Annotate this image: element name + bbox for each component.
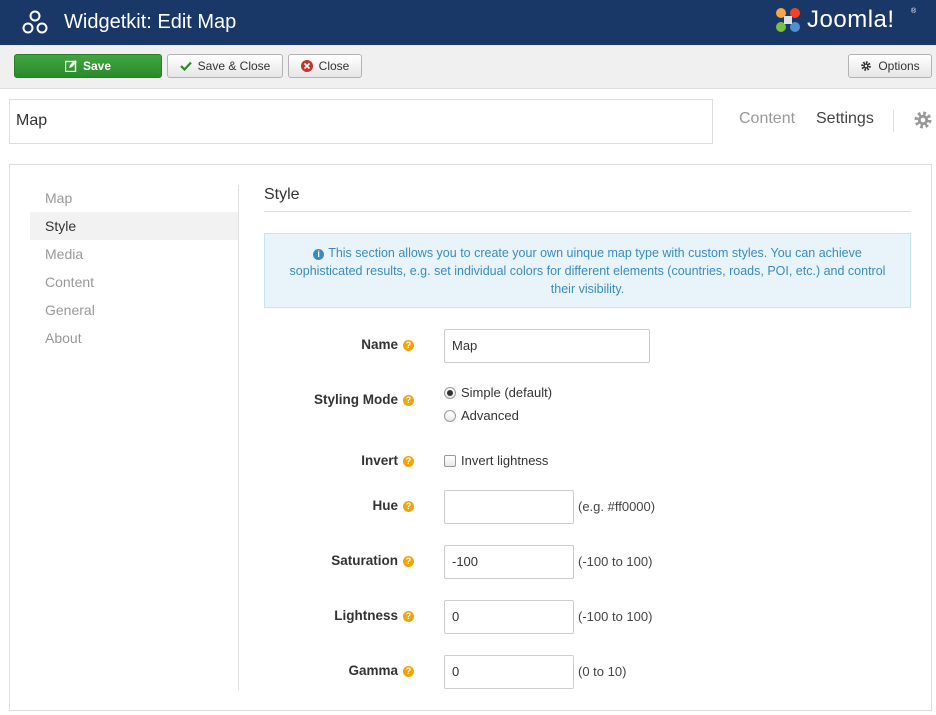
settings-gear-icon[interactable] [913, 110, 933, 130]
help-icon[interactable]: ? [403, 501, 414, 512]
save-button[interactable]: Save [14, 54, 162, 78]
title-input[interactable]: Map [9, 99, 713, 144]
styling-mode-label-text: Styling Mode [314, 392, 398, 407]
styling-mode-simple-label[interactable]: Simple (default) [461, 385, 552, 400]
joomla-logo-text: Joomla! [807, 6, 895, 33]
logo-registered-mark: ® [911, 8, 917, 15]
info-icon: i [313, 249, 325, 260]
widgetkit-icon [22, 10, 48, 34]
styling-mode-simple-radio[interactable] [444, 387, 456, 399]
sidebar-item-media[interactable]: Media [30, 240, 238, 268]
sidebar-item-map[interactable]: Map [30, 184, 238, 212]
info-text: This section allows you to create your o… [289, 246, 886, 296]
tab-divider [893, 110, 894, 132]
help-icon[interactable]: ? [403, 611, 414, 622]
gamma-label: Gamma? [264, 663, 414, 678]
hue-input[interactable] [444, 490, 574, 524]
help-icon[interactable]: ? [403, 666, 414, 677]
toolbar: Save Save & Close Close Options [0, 45, 936, 89]
lightness-hint: (-100 to 100) [578, 609, 653, 624]
sidebar-item-general[interactable]: General [30, 296, 238, 324]
sidebar-divider [238, 185, 239, 690]
tab-content[interactable]: Content [739, 110, 795, 128]
app-header: Widgetkit: Edit Map Joomla! ® [0, 0, 936, 45]
edit-icon [64, 60, 77, 72]
lightness-input[interactable]: 0 [444, 600, 574, 634]
section-divider [264, 211, 911, 212]
invert-label-text: Invert [361, 453, 398, 468]
gamma-label-text: Gamma [348, 663, 398, 678]
close-button-label: Close [318, 59, 350, 73]
saturation-label-text: Saturation [331, 553, 398, 568]
name-input[interactable]: Map [444, 329, 650, 363]
hue-label: Hue? [264, 498, 414, 513]
invert-lightness-checkbox[interactable] [444, 455, 456, 467]
hue-hint: (e.g. #ff0000) [578, 499, 656, 514]
sidebar-item-about[interactable]: About [30, 324, 238, 352]
info-alert: i This section allows you to create your … [264, 233, 911, 308]
help-icon[interactable]: ? [403, 395, 414, 406]
section-title: Style [264, 186, 300, 203]
joomla-logo[interactable]: Joomla! ® [772, 3, 922, 37]
save-button-label: Save [82, 59, 112, 73]
save-close-button[interactable]: Save & Close [167, 54, 283, 78]
gear-icon [861, 61, 872, 71]
help-icon[interactable]: ? [403, 340, 414, 351]
styling-mode-label: Styling Mode? [264, 392, 414, 407]
styling-mode-advanced-radio[interactable] [444, 410, 456, 422]
close-circle-icon [300, 60, 313, 72]
joomla-logo-icon [776, 8, 800, 32]
hue-label-text: Hue [372, 498, 398, 513]
close-button[interactable]: Close [288, 54, 362, 78]
saturation-hint: (-100 to 100) [578, 554, 653, 569]
options-button-label: Options [878, 59, 920, 73]
invert-label: Invert? [264, 453, 414, 468]
gamma-hint: (0 to 10) [578, 664, 627, 679]
help-icon[interactable]: ? [403, 556, 414, 567]
sidebar-item-style[interactable]: Style [30, 212, 238, 240]
name-label: Name? [264, 337, 414, 352]
title-input-value: Map [16, 112, 48, 129]
saturation-label: Saturation? [264, 553, 414, 568]
save-close-button-label: Save & Close [197, 59, 271, 73]
check-icon [179, 61, 192, 71]
gamma-input[interactable]: 0 [444, 655, 574, 689]
name-label-text: Name [361, 337, 398, 352]
lightness-label-text: Lightness [334, 608, 398, 623]
tab-settings[interactable]: Settings [816, 110, 874, 128]
styling-mode-advanced-label[interactable]: Advanced [461, 408, 519, 423]
sidebar-item-content[interactable]: Content [30, 268, 238, 296]
options-button[interactable]: Options [848, 54, 932, 78]
saturation-input[interactable]: -100 [444, 545, 574, 579]
invert-lightness-label[interactable]: Invert lightness [461, 453, 548, 468]
page-title: Widgetkit: Edit Map [64, 11, 237, 33]
help-icon[interactable]: ? [403, 456, 414, 467]
lightness-label: Lightness? [264, 608, 414, 623]
